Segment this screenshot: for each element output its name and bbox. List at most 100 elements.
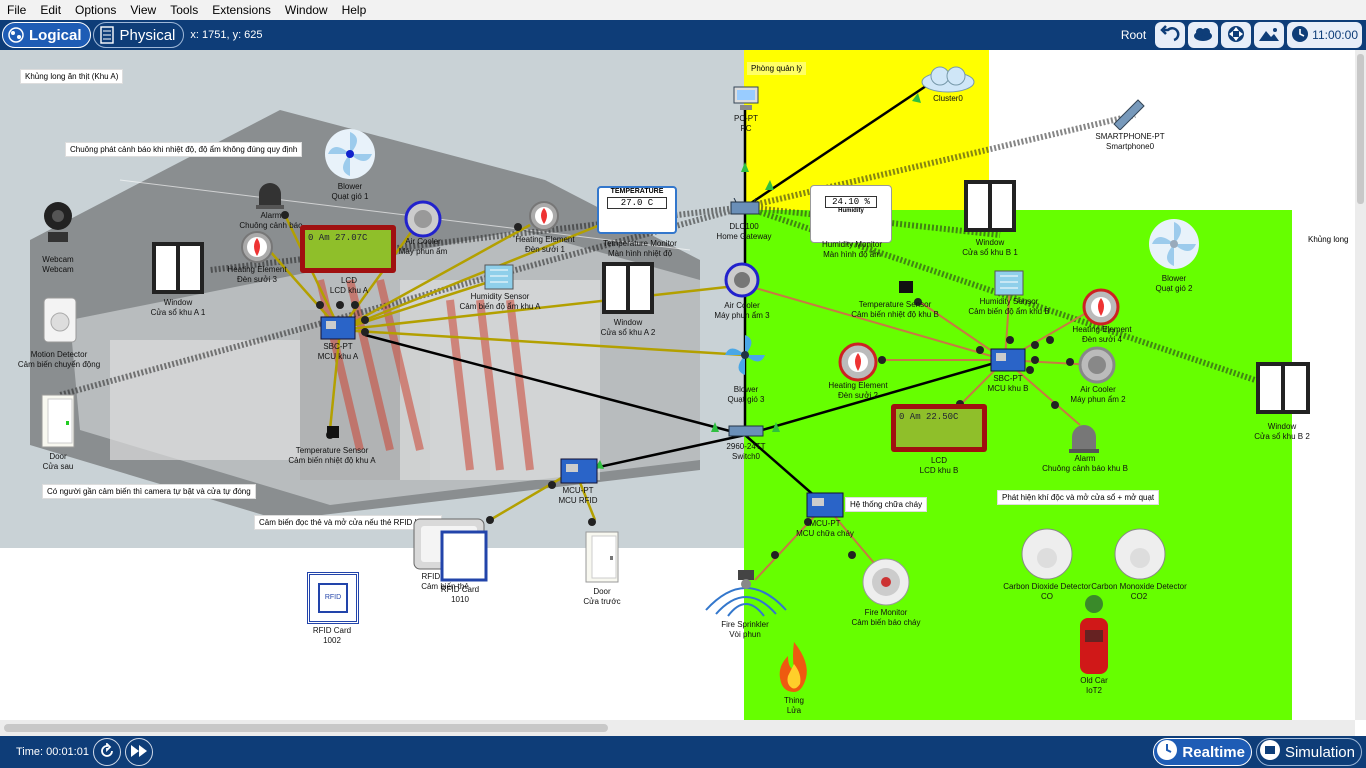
temperature-sensor-zone-b[interactable] xyxy=(898,280,914,297)
horizontal-scrollbar[interactable] xyxy=(0,720,1355,736)
pc[interactable] xyxy=(732,86,760,115)
sbc-zone-b[interactable] xyxy=(990,348,1026,375)
bottom-bar: Time: 00:01:01 Realtime Simulation xyxy=(0,736,1366,768)
carbon-monoxide-detector[interactable] xyxy=(1114,528,1166,583)
reset-icon xyxy=(99,741,115,762)
cluster[interactable] xyxy=(920,64,976,97)
heating-element-1[interactable] xyxy=(528,200,560,235)
front-door[interactable] xyxy=(584,530,620,587)
switch[interactable] xyxy=(728,423,764,442)
camera-note[interactable]: Có người gần cảm biến thì camera tự bật … xyxy=(42,484,256,499)
logical-view-button[interactable]: Logical xyxy=(2,22,91,48)
menu-extensions[interactable]: Extensions xyxy=(205,0,278,20)
fire[interactable] xyxy=(774,640,814,697)
menu-bar: File Edit Options View Tools Extensions … xyxy=(0,0,1366,20)
window-zone-a-2-label: Window Cửa sổ khu A 2 xyxy=(600,318,656,337)
fire-monitor[interactable] xyxy=(862,558,910,609)
temperature-monitor[interactable]: TEMPERATURE 27.0 C xyxy=(597,186,677,234)
air-cooler-3[interactable] xyxy=(724,262,760,301)
window-zone-a-2[interactable] xyxy=(600,260,656,319)
smartphone-label: SMARTPHONE-PT Smartphone0 xyxy=(1095,132,1165,151)
realtime-label: Realtime xyxy=(1182,743,1245,761)
reset-time-button[interactable] xyxy=(92,738,121,766)
menu-window[interactable]: Window xyxy=(278,0,335,20)
cloud-button[interactable] xyxy=(1188,22,1219,48)
heating-element-3[interactable] xyxy=(240,230,274,267)
window-zone-b-1[interactable] xyxy=(962,178,1018,237)
alarm-note[interactable]: Chuông phát cảnh báo khi nhiệt độ, độ ẩm… xyxy=(65,142,303,157)
alarm-zone-a[interactable] xyxy=(255,180,285,213)
gas-detection-note[interactable]: Phát hiện khí độc và mở cửa sổ + mở quạt xyxy=(997,490,1160,505)
zone-b-note[interactable]: Khủng long xyxy=(1304,233,1353,246)
background-button[interactable] xyxy=(1254,22,1285,48)
back-door[interactable] xyxy=(40,393,76,452)
air-cooler-2[interactable] xyxy=(1078,346,1116,387)
switch-label: 2960-24TT Switch0 xyxy=(726,442,766,461)
smartphone[interactable] xyxy=(1110,96,1148,133)
lcd-zone-a[interactable]: 0 Am 27.07C xyxy=(300,225,396,273)
heating-element-4[interactable] xyxy=(1082,288,1120,329)
move-button[interactable] xyxy=(1221,22,1252,48)
heating-element-2-label: Heating Element Đèn sưởi 2 xyxy=(828,381,888,400)
mcu-fire[interactable] xyxy=(806,492,844,521)
pc-label: PC-PT PC xyxy=(734,114,758,133)
sbc-zone-a[interactable] xyxy=(320,316,356,343)
humidity-monitor-caption: Humidity xyxy=(838,208,864,214)
fire-sprinkler[interactable] xyxy=(698,566,794,623)
menu-file[interactable]: File xyxy=(0,0,33,20)
zone-a-note[interactable]: Khủng long ăn thịt (Khu A) xyxy=(20,69,124,84)
humidity-sensor-zone-a[interactable] xyxy=(484,264,514,293)
blower-3[interactable] xyxy=(722,332,768,381)
front-door-label: Door Cửa trước xyxy=(583,587,621,606)
rfid-card-1010[interactable] xyxy=(440,530,488,585)
blower-1-label: Blower Quạt gió 1 xyxy=(331,182,369,201)
window-zone-a-1[interactable] xyxy=(150,240,206,299)
mcu-fire-label: MCU-PT MCU chữa cháy xyxy=(796,519,854,538)
menu-options[interactable]: Options xyxy=(68,0,123,20)
old-car[interactable] xyxy=(1076,594,1112,679)
window-zone-b-2[interactable] xyxy=(1254,360,1312,419)
temperature-sensor-zone-a[interactable] xyxy=(326,425,340,442)
simulation-label: Simulation xyxy=(1284,743,1355,761)
carbon-dioxide-detector[interactable] xyxy=(1021,528,1073,583)
menu-view[interactable]: View xyxy=(123,0,163,20)
menu-tools[interactable]: Tools xyxy=(163,0,205,20)
window-zone-a-1-label: Window Cửa sổ khu A 1 xyxy=(150,298,206,317)
mcu-rfid[interactable] xyxy=(560,458,598,487)
home-gateway[interactable] xyxy=(730,197,760,221)
vertical-scrollbar[interactable] xyxy=(1355,50,1366,720)
alarm-zone-b[interactable] xyxy=(1068,422,1100,457)
air-cooler-zone-a[interactable] xyxy=(404,200,442,241)
fire-system-note[interactable]: Hệ thống chữa cháy xyxy=(845,497,928,512)
menu-edit[interactable]: Edit xyxy=(33,0,68,20)
logical-workspace[interactable]: Khủng long ăn thịt (Khu A) Chuông phát c… xyxy=(0,50,1355,720)
blower-1[interactable] xyxy=(324,128,376,183)
simulation-mode-button[interactable]: Simulation xyxy=(1255,738,1362,766)
horizontal-scroll-thumb[interactable] xyxy=(4,724,608,732)
motion-detector[interactable] xyxy=(42,296,78,347)
cloud-icon xyxy=(1192,26,1214,45)
menu-help[interactable]: Help xyxy=(335,0,374,20)
office-note[interactable]: Phòng quản lý xyxy=(747,62,807,75)
clock-button[interactable]: 11:00:00 xyxy=(1287,22,1362,48)
fire-monitor-label: Fire Monitor Cảm biến báo cháy xyxy=(851,608,921,627)
logical-label: Logical xyxy=(29,26,82,44)
rfid-card-1002[interactable]: RFID xyxy=(307,572,359,624)
back-arrow-icon xyxy=(1160,24,1180,46)
physical-view-button[interactable]: Physical xyxy=(92,22,185,48)
vertical-scroll-thumb[interactable] xyxy=(1357,54,1364,204)
physical-icon xyxy=(98,26,116,44)
back-button[interactable] xyxy=(1155,22,1186,48)
lcd-zone-b[interactable]: 0 Am 22.50C xyxy=(891,404,987,452)
clock-icon xyxy=(1291,25,1309,46)
lcd-zone-b-display: 0 Am 22.50C xyxy=(896,409,982,447)
humidity-monitor[interactable]: 24.10 % Humidity xyxy=(810,185,892,243)
humidity-sensor-zone-b[interactable] xyxy=(994,270,1024,299)
fast-forward-button[interactable] xyxy=(124,738,153,766)
heating-element-2[interactable] xyxy=(838,342,878,385)
fire-sprinkler-label: Fire Sprinkler Vòi phun xyxy=(721,620,769,639)
blower-2[interactable] xyxy=(1148,218,1200,273)
realtime-mode-button[interactable]: Realtime xyxy=(1153,738,1252,766)
webcam[interactable] xyxy=(42,200,74,247)
root-label[interactable]: Root xyxy=(1121,28,1146,42)
